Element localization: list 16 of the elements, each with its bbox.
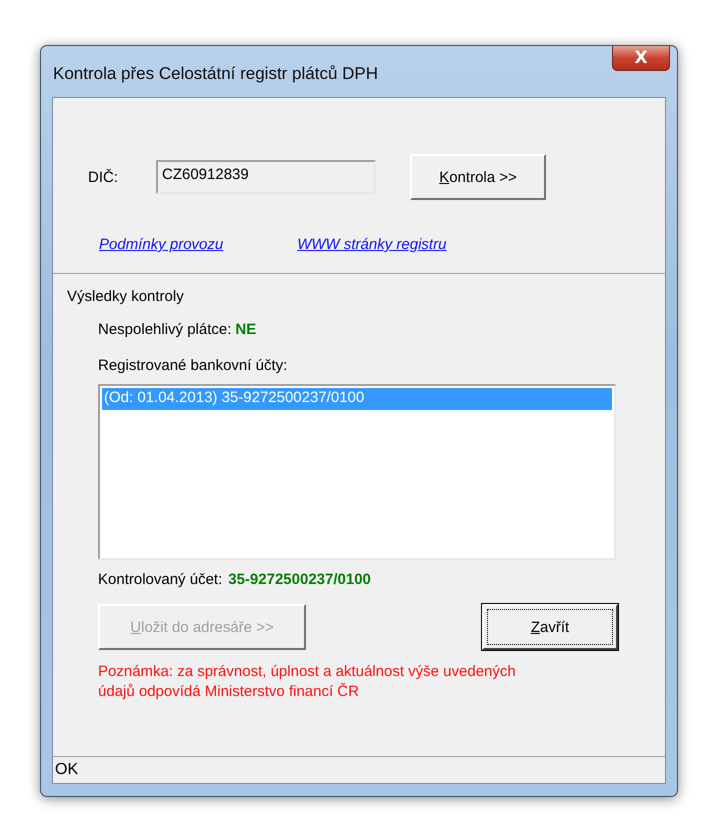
close-dialog-button[interactable]: Zavřít [482,604,618,650]
checked-account-value: 35-9272500237/0100 [228,571,371,588]
status-bar: OK [53,756,665,783]
dic-field[interactable]: CZ60912839 [156,160,376,194]
checked-account-label: Kontrolovaný účet: [98,571,222,588]
results-heading: Výsledky kontroly [67,288,185,305]
close-button[interactable]: X [612,46,670,71]
unreliable-value: NE [235,321,256,338]
link[interactable]: WWW stránky registru [297,236,446,253]
unreliable-label: Nespolehlivý plátce: [98,321,232,338]
link[interactable]: Podmínky provozu [99,236,224,253]
dic-label: DIČ: [88,168,119,186]
accounts-label: Registrované bankovní účty: [98,357,288,374]
note-text: Poznámka: za správnost, úplnost a aktuálnost výše uvedených údajů odpovídá Ministerstvo financí ČR [98,662,517,702]
window-title: Kontrola přes Celostátní registr plátců DPH [52,64,378,84]
check-button[interactable]: Kontrola >> [410,154,546,200]
